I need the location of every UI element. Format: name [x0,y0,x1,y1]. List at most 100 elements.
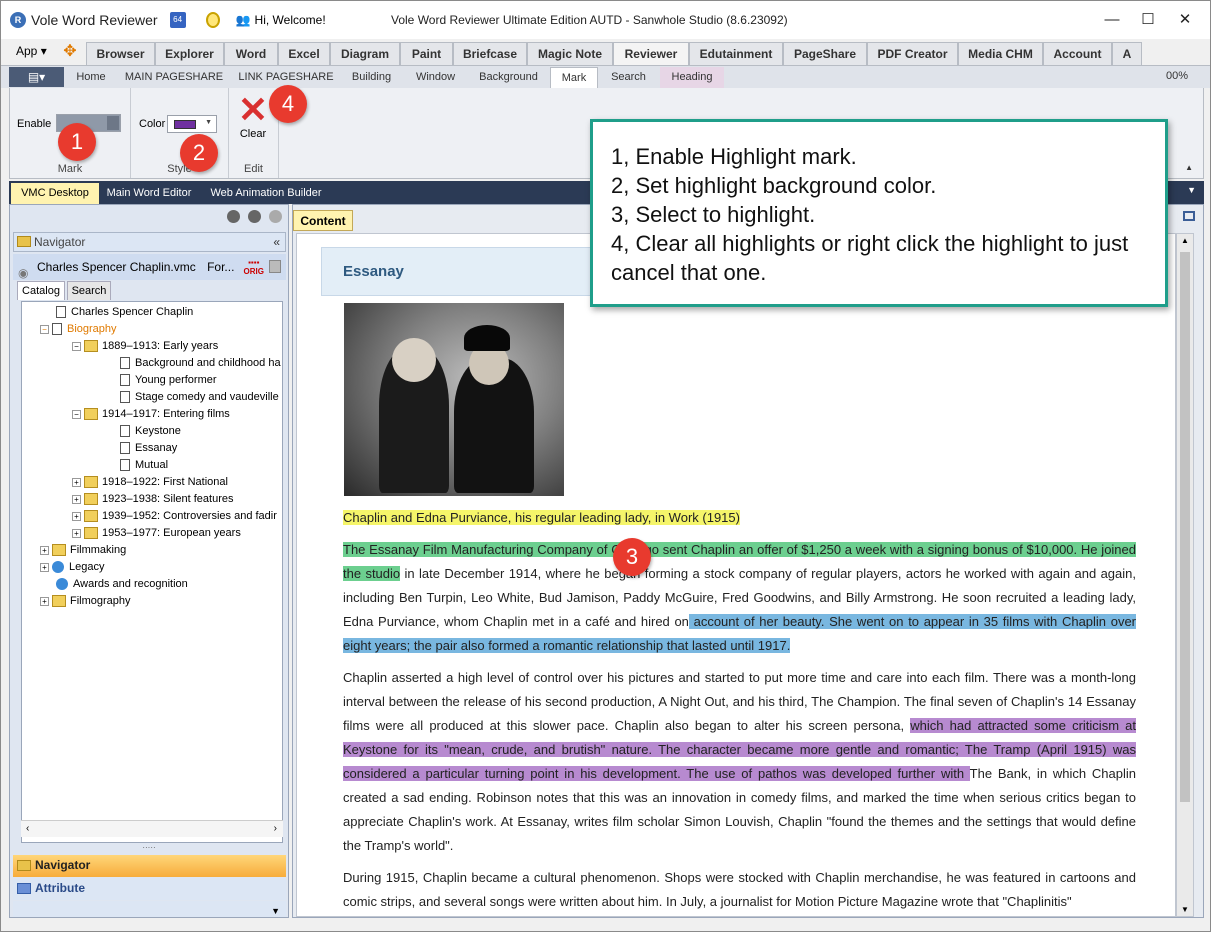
bottom-attribute-button[interactable]: Attribute [13,878,286,900]
tab-word[interactable]: Word [224,42,278,65]
expand-icon[interactable]: + [40,562,49,572]
tab-diagram[interactable]: Diagram [330,42,400,65]
tab-pdf-creator[interactable]: PDF Creator [867,42,958,65]
tree-item-biography[interactable]: − Biography [40,321,117,338]
folder-icon [84,527,98,540]
tree-item[interactable]: −1914–1917: Entering films [72,406,230,423]
restore-window-icon[interactable] [1183,211,1195,221]
zoom-level: 00% [1165,70,1188,82]
bottom-navigator-button[interactable]: Navigator [13,855,286,877]
tab-vmc-desktop[interactable]: VMC Desktop [11,183,99,204]
app-menu-button[interactable]: App ▾ [16,44,47,58]
tree-item[interactable]: −1889–1913: Early years [72,338,218,355]
move-target-icon[interactable]: ✥ [61,43,79,61]
content-tab[interactable]: Content [293,210,353,231]
tab-briefcase[interactable]: Briefcase [453,42,527,65]
more-panes-button[interactable]: ▼ [13,901,286,917]
scroll-up-icon[interactable]: ▲ [1181,236,1189,245]
collapse-icon[interactable]: − [72,341,81,351]
quick-access-64-icon[interactable]: 64 [169,12,186,28]
expand-icon[interactable]: + [72,528,81,538]
collapse-icon[interactable]: − [72,409,81,419]
document-vertical-scrollbar[interactable]: ▲ ▼ [1176,233,1194,917]
chevron-down-icon[interactable]: ▼ [1187,185,1196,195]
scroll-left-icon[interactable]: ‹ [26,823,29,834]
paragraph-3[interactable]: During 1915, Chaplin became a cultural p… [343,866,1136,914]
medal-icon[interactable] [205,12,220,28]
app-logo-icon[interactable]: R [10,12,26,28]
expand-icon[interactable]: + [72,494,81,504]
maximize-button[interactable]: ☐ [1130,1,1166,39]
subtab-mark[interactable]: Mark [550,67,598,88]
collapse-ribbon-icon[interactable]: ▲ [1185,163,1193,172]
pane-splitter[interactable]: ····· [10,844,288,853]
scroll-right-icon[interactable]: › [274,823,277,834]
welcome-area[interactable]: 👥 Hi, Welcome! [236,13,326,27]
expand-icon[interactable]: + [72,511,81,521]
scroll-down-icon[interactable]: ▼ [1181,905,1189,914]
file-menu-button[interactable]: ▤▾ [9,67,64,87]
tree-item[interactable]: + Filmography [40,593,131,610]
tree-item[interactable]: Young performer [120,372,217,389]
tree-item[interactable]: Awards and recognition [56,576,188,593]
collapse-pane-icon[interactable]: « [273,233,280,251]
expand-icon[interactable]: + [40,596,49,606]
scroll-thumb[interactable] [1180,252,1190,802]
highlight-yellow[interactable]: Chaplin and Edna Purviance, his regular … [343,510,740,525]
tree-item[interactable]: +1918–1922: First National [72,474,228,491]
tree-item[interactable]: +1953–1977: European years [72,525,241,542]
play-icon[interactable] [269,210,282,223]
tab-search[interactable]: Search [67,281,111,300]
expand-icon[interactable]: + [40,545,49,555]
subtab-main-pageshare[interactable]: MAIN PAGESHARE [119,67,229,88]
document-view[interactable]: Essanay Chaplin and Edna Purviance, his … [296,233,1176,917]
tab-paint[interactable]: Paint [400,42,453,65]
tree-horizontal-scrollbar[interactable]: ‹ › [21,820,283,837]
tab-reviewer[interactable]: Reviewer [613,42,689,66]
minimize-button[interactable]: — [1094,1,1130,39]
photo-caption[interactable]: Chaplin and Edna Purviance, his regular … [343,506,1136,530]
main-tab-row: App ▾ ✥ Browser Explorer Word Excel Diag… [1,39,1210,66]
highlight-color-picker[interactable]: ▼ [167,115,217,133]
tree-item[interactable]: +1923–1938: Silent features [72,491,234,508]
back-icon[interactable] [227,210,240,223]
lock-icon[interactable] [269,260,281,273]
paragraph-1[interactable]: The Essanay Film Manufacturing Company o… [343,538,1136,658]
subtab-background[interactable]: Background [471,67,546,88]
subtab-building[interactable]: Building [344,67,399,88]
tree-item[interactable]: Keystone [120,423,181,440]
tree-item[interactable]: Charles Spencer Chaplin [56,304,193,321]
paragraph-2[interactable]: Chaplin asserted a high level of control… [343,666,1137,858]
tree-item[interactable]: + Legacy [40,559,104,576]
close-button[interactable]: ✕ [1167,1,1203,39]
folder-icon [84,340,98,353]
clear-highlights-button[interactable]: ✕ Clear [233,92,273,141]
tab-catalog[interactable]: Catalog [17,281,65,300]
tree-item[interactable]: + Filmmaking [40,542,126,559]
tab-a[interactable]: A [1112,42,1142,65]
subtab-home[interactable]: Home [66,67,116,88]
forward-icon[interactable] [248,210,261,223]
tab-account[interactable]: Account [1043,42,1112,65]
tab-pageshare[interactable]: PageShare [783,42,867,65]
users-icon: 👥 [235,13,251,27]
tree-item[interactable]: Stage comedy and vaudeville [120,389,279,406]
tab-media-chm[interactable]: Media CHM [958,42,1043,65]
tab-main-word-editor[interactable]: Main Word Editor [101,183,197,204]
subtab-search[interactable]: Search [601,67,656,88]
tab-edutainment[interactable]: Edutainment [689,42,783,65]
subtab-heading[interactable]: Heading [660,67,724,88]
expand-icon[interactable]: + [72,477,81,487]
tree-item[interactable]: Background and childhood ha [120,355,281,372]
file-row[interactable]: ◉ Charles Spencer Chaplin.vmc For... ▪▪▪… [13,254,286,280]
tab-magic-note[interactable]: Magic Note [527,42,613,65]
tab-browser[interactable]: Browser [86,42,155,65]
tree-item[interactable]: Mutual [120,457,168,474]
tree-item[interactable]: Essanay [120,440,177,457]
subtab-window[interactable]: Window [403,67,468,88]
collapse-icon[interactable]: − [40,324,49,334]
tab-excel[interactable]: Excel [278,42,330,65]
tab-explorer[interactable]: Explorer [155,42,224,65]
tree-item[interactable]: +1939–1952: Controversies and fadir [72,508,277,525]
tab-web-animation-builder[interactable]: Web Animation Builder [201,183,331,204]
